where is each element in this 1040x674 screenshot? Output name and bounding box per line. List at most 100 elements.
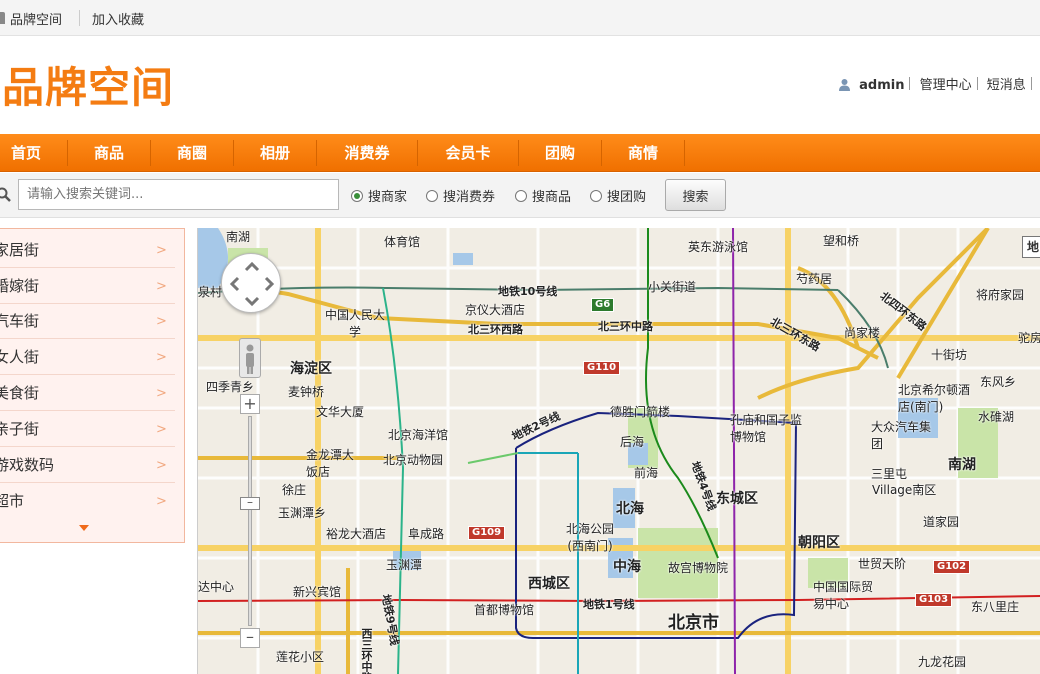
zoom-in-button[interactable]: + [240,394,260,414]
nav-business-news[interactable]: 商情 [602,134,684,172]
map-label: 驼房 [1018,331,1040,345]
map-label: 玉渊潭 [386,558,423,572]
search-bar: 搜商家 搜消费券 搜商品 搜团购 搜索 [0,173,1040,218]
add-favorite-link[interactable]: 加入收藏 [92,9,144,28]
radio-indicator[interactable] [351,190,363,202]
map-label: 莲花小区 [276,650,325,664]
sidebar-item-parenting[interactable]: 亲子街 > [0,412,175,447]
map-label: 首都博物馆 [474,603,535,617]
sidebar-item-gaming-digital[interactable]: 游戏数码 > [0,448,175,483]
sidebar-item-label: 超市 [0,492,25,510]
map-label: 新兴宾馆 [293,585,342,599]
zoom-slider-handle[interactable]: – [240,496,260,510]
map-label: Village南区 [872,483,937,497]
nav-coupons[interactable]: 消费券 [317,134,417,172]
map-label: 北京市 [668,613,719,633]
nav-member-card[interactable]: 会员卡 [418,134,518,172]
map-label: 德胜门箭楼 [610,405,671,419]
nav-album[interactable]: 相册 [234,134,316,172]
map-label: 四季青乡 [206,380,255,394]
map-pan-control[interactable] [221,253,281,313]
map-label: 京仪大酒店 [465,303,526,317]
sidebar-item-label: 汽车街 [0,312,40,330]
map-label: 东八里庄 [971,600,1020,614]
highway-shield: G6 [591,298,615,312]
map-label: 北京希尔顿酒店(南门) [898,383,971,414]
chevron-right-icon: > [156,279,167,294]
map-label: 芍药居 [796,272,833,286]
zoom-slider-track[interactable] [248,416,252,626]
expand-more-icon[interactable] [79,525,89,531]
sidebar-item-label: 家居街 [0,241,40,259]
site-logo[interactable]: 品牌空间 [2,63,174,113]
map-label: 九龙花园 [918,655,967,669]
search-button[interactable]: 搜索 [665,179,726,211]
map-label: 北京动物园 [383,453,444,467]
map-label: 南湖 [948,457,976,473]
chevron-right-icon: > [156,350,167,365]
nav-business-circle[interactable]: 商圈 [151,134,233,172]
map-label: 尚家楼 [844,326,881,340]
chevron-right-icon: > [156,314,167,329]
street-view-pegman-icon[interactable] [239,338,261,378]
map-label: 大众汽车集团 [871,420,932,451]
sidebar-item-home-furnishing[interactable]: 家居街 > [0,233,175,268]
sidebar-item-supermarket[interactable]: 超市 > [0,484,175,519]
map-label: 望和桥 [823,234,860,248]
zoom-out-button[interactable]: – [240,628,260,648]
map-label: 世贸天阶 [858,557,907,571]
chevron-right-icon: > [156,243,167,258]
nav-group-buy[interactable]: 团购 [519,134,601,172]
map-label: 朝阳区 [798,535,840,551]
user-icon [839,79,850,91]
home-link[interactable]: 品牌空间 [10,9,62,28]
radio-label: 搜团购 [607,190,647,205]
sidebar-item-food[interactable]: 美食街 > [0,376,175,411]
map-label: 阜成路 [408,527,445,541]
map-label: 三里屯 [871,467,908,481]
map-label: 地铁10号线 [498,285,558,298]
map-label: 泉村 [198,285,223,299]
radio-search-products[interactable]: 搜商品 [515,186,571,205]
map-view[interactable]: 南湖 体育馆 英东游泳馆 望和桥 泉村 中国人民大学 地铁10号线 京仪大酒店 … [197,228,1040,674]
divider [79,10,80,26]
map-label: 小关街道 [648,280,697,294]
map-label: 海淀区 [290,361,332,377]
radio-indicator[interactable] [590,190,602,202]
sidebar-item-auto[interactable]: 汽车街 > [0,304,175,339]
nav-products[interactable]: 商品 [68,134,150,172]
search-input[interactable] [18,179,339,210]
map-label: 北海 [616,501,644,517]
sidebar-item-women[interactable]: 女人街 > [0,340,175,375]
admin-center-link[interactable]: 管理中心 [920,74,972,93]
map-label: 北三环中路 [598,320,653,333]
map-label: 麦钟桥 [288,385,325,399]
divider [1030,77,1032,90]
map-type-button[interactable]: 地 [1022,236,1040,258]
radio-search-merchants[interactable]: 搜商家 [351,186,407,205]
home-icon[interactable] [0,12,5,24]
map-label: 孔庙和国子监博物馆 [730,413,803,444]
map-label: 玉渊潭乡 [278,506,327,520]
main-nav: 首页 商品 商圈 相册 消费券 会员卡 团购 商情 [0,134,1040,172]
radio-indicator[interactable] [515,190,527,202]
sidebar-item-label: 女人街 [0,348,40,366]
category-sidebar: 家居街 > 婚嫁街 > 汽车街 > 女人街 > 美食街 > 亲子街 > 游戏数码 > 超市 > [0,228,185,543]
divider [976,77,978,90]
map-label: 徐庄 [282,483,307,497]
radio-label: 搜商家 [368,190,408,205]
highway-shield: G102 [933,560,971,574]
map-label: 东风乡 [980,375,1017,389]
chevron-right-icon: > [156,386,167,401]
map-label: 东城区 [716,491,758,507]
map-label: 将府家园 [976,288,1025,302]
radio-search-coupons[interactable]: 搜消费券 [426,186,495,205]
username-link[interactable]: admin [859,78,904,93]
sidebar-item-label: 亲子街 [0,420,40,438]
map-label: 中国人民大学 [324,308,385,339]
nav-home[interactable]: 首页 [0,134,52,172]
sidebar-item-wedding[interactable]: 婚嫁街 > [0,269,175,304]
radio-search-group-buy[interactable]: 搜团购 [590,186,646,205]
messages-link[interactable]: 短消息 [987,74,1026,93]
radio-indicator[interactable] [426,190,438,202]
